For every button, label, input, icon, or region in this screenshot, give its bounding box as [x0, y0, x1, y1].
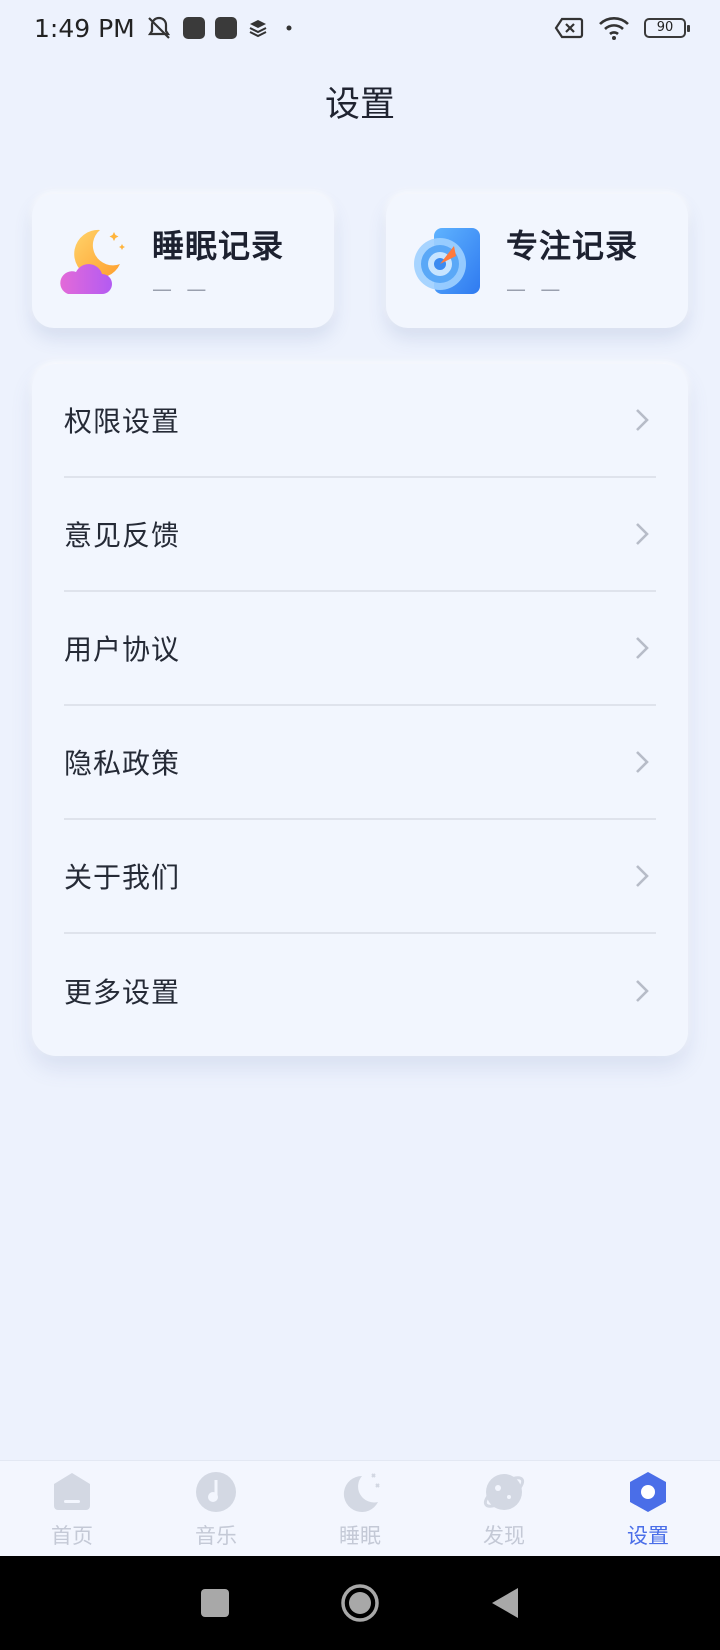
list-item-label: 用户协议 — [64, 633, 181, 666]
nav-label: 睡眠 — [339, 1524, 381, 1548]
system-nav-bar — [0, 1556, 720, 1650]
sleep-moon-icon — [343, 1473, 380, 1512]
sleep-record-card[interactable]: 睡眠记录 — — — [32, 194, 334, 328]
list-item-label: 更多设置 — [64, 976, 181, 1009]
battery-indicator: 90 — [644, 18, 690, 38]
nav-item-settings[interactable]: 设置 — [576, 1461, 720, 1556]
recents-square-icon[interactable] — [200, 1588, 230, 1618]
page-title: 设置 — [324, 85, 395, 125]
nav-item-music[interactable]: 音乐 — [144, 1461, 288, 1556]
nav-label: 音乐 — [195, 1524, 237, 1548]
music-icon — [196, 1472, 236, 1512]
back-triangle-icon[interactable] — [490, 1586, 520, 1620]
more-settings-item[interactable]: 更多设置 — [64, 934, 656, 1048]
about-us-item[interactable]: 关于我们 — [64, 820, 656, 934]
status-right: 90 — [554, 15, 690, 41]
focus-record-text: 专注记录 — — — [506, 221, 638, 301]
feedback-item[interactable]: 意见反馈 — [64, 478, 656, 592]
nav-item-sleep[interactable]: 睡眠 — [288, 1461, 432, 1556]
chevron-right-icon — [636, 523, 649, 545]
moon-cloud-icon — [60, 229, 125, 294]
app-notification-icon — [182, 17, 205, 39]
settings-hexagon-icon — [630, 1472, 666, 1512]
home-circle-icon[interactable] — [340, 1583, 380, 1623]
user-agreement-item[interactable]: 用户协议 — [64, 592, 656, 706]
muted-bell-icon — [147, 16, 170, 39]
status-left: 1:49 PM — [34, 14, 299, 43]
layers-icon — [249, 20, 267, 38]
sleep-record-title: 睡眠记录 — [152, 227, 285, 265]
settings-screen: 1:49 PM 90 设置 睡眠记录 — — 专注记录 — — 权限设置 意见反… — [0, 0, 720, 1650]
list-item-label: 权限设置 — [64, 405, 181, 438]
sleep-record-value: — — — [152, 277, 211, 301]
chevron-right-icon — [636, 751, 649, 773]
chevron-right-icon — [636, 409, 649, 431]
list-item-label: 意见反馈 — [64, 519, 181, 552]
nav-item-home[interactable]: 首页 — [0, 1461, 144, 1556]
focus-record-card[interactable]: 专注记录 — — — [386, 194, 688, 328]
dot-icon — [286, 25, 292, 31]
settings-list: 权限设置 意见反馈 用户协议 隐私政策 关于我们 更多设置 — [32, 364, 688, 1056]
target-icon — [414, 228, 480, 294]
privacy-policy-item[interactable]: 隐私政策 — [64, 706, 656, 820]
nav-item-discover[interactable]: 发现 — [432, 1461, 576, 1556]
nav-label: 发现 — [483, 1524, 525, 1548]
list-item-label: 关于我们 — [64, 861, 181, 894]
no-sim-icon — [554, 17, 584, 39]
chevron-right-icon — [636, 865, 649, 887]
app-notification-icon — [214, 17, 237, 39]
nav-label: 首页 — [51, 1524, 93, 1548]
bottom-nav: 首页 音乐 睡眠 发现 设置 — [0, 1460, 720, 1556]
status-time: 1:49 PM — [34, 13, 135, 43]
planet-icon — [483, 1474, 525, 1510]
home-icon — [54, 1473, 90, 1510]
focus-record-value: — — — [506, 277, 565, 301]
list-item-label: 隐私政策 — [64, 747, 181, 780]
nav-label: 设置 — [627, 1524, 669, 1548]
status-bar: 1:49 PM 90 — [0, 0, 720, 56]
wifi-icon — [599, 17, 629, 40]
chevron-right-icon — [636, 637, 649, 659]
permissions-item[interactable]: 权限设置 — [64, 364, 656, 478]
focus-record-title: 专注记录 — [506, 227, 639, 265]
chevron-right-icon — [636, 980, 649, 1002]
sleep-record-text: 睡眠记录 — — — [152, 221, 284, 301]
